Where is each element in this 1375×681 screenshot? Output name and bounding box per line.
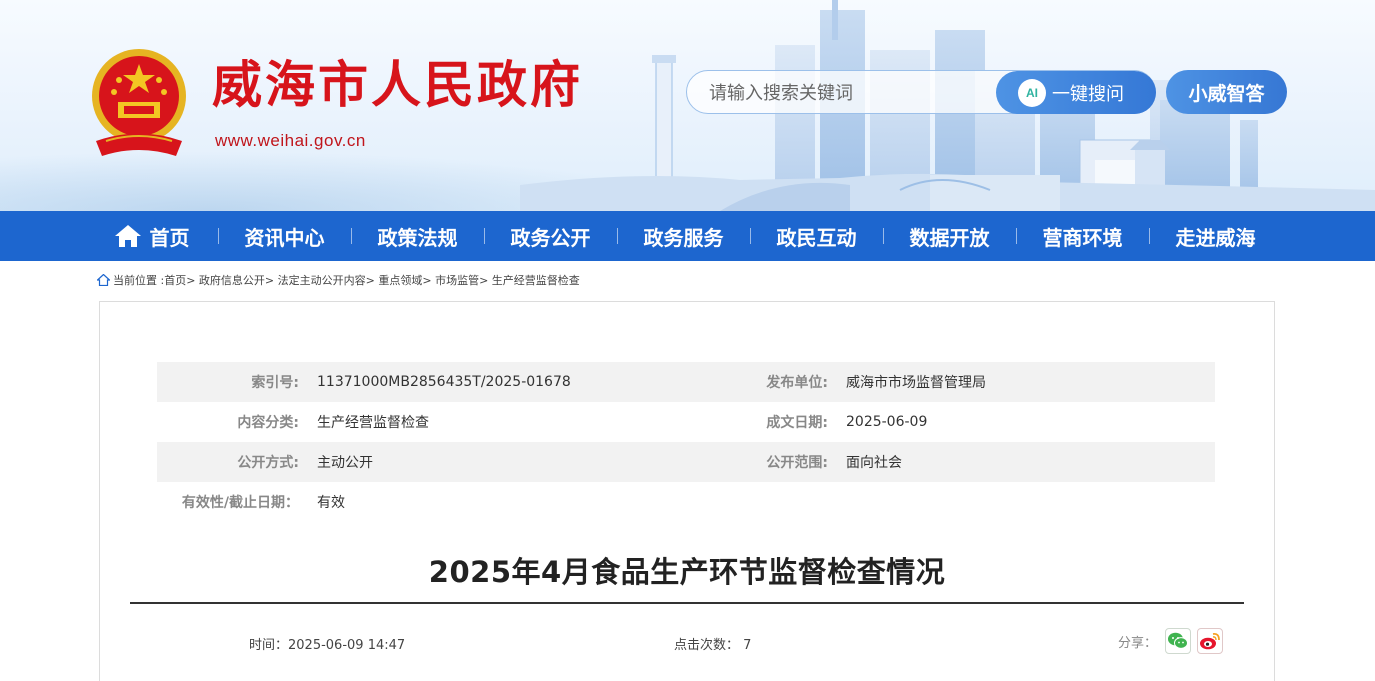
meta-value: 威海市市场监督管理局 bbox=[846, 375, 986, 391]
meta-label: 索引号: bbox=[251, 375, 299, 391]
meta-value: 2025-06-09 bbox=[846, 414, 928, 430]
meta-label: 有效性/截止日期： bbox=[181, 495, 299, 511]
breadcrumb-link[interactable]: 首页 bbox=[164, 272, 186, 288]
site-name[interactable]: 威海市人民政府 bbox=[212, 60, 583, 110]
nav-item-about[interactable]: 走进威海 bbox=[1149, 211, 1282, 261]
nav-item-label: 政民互动 bbox=[776, 225, 857, 250]
breadcrumb-separator: > bbox=[186, 273, 196, 287]
meta-value: 有效 bbox=[317, 495, 345, 511]
breadcrumb-separator: > bbox=[479, 273, 489, 287]
publish-time-value: 2025-06-09 14:47 bbox=[288, 638, 406, 653]
nav-item-home[interactable]: 首页 bbox=[85, 211, 218, 261]
meta-row: 有效性/截止日期： 有效 bbox=[157, 482, 1215, 522]
share-label: 分享： bbox=[1118, 635, 1158, 651]
meta-label: 发布单位: bbox=[766, 375, 828, 391]
click-count-label: 点击次数： bbox=[674, 638, 740, 653]
nav-item-label: 资讯中心 bbox=[244, 225, 325, 250]
site-url[interactable]: www.weihai.gov.cn bbox=[215, 131, 366, 151]
breadcrumb-separator: > bbox=[422, 273, 432, 287]
wechat-icon bbox=[1168, 632, 1189, 649]
nav-item-label: 政务服务 bbox=[643, 225, 724, 250]
nav-item-label: 政务公开 bbox=[510, 225, 591, 250]
nav-item-policy[interactable]: 政策法规 bbox=[351, 211, 484, 261]
meta-label: 内容分类: bbox=[237, 415, 299, 431]
main-nav: 首页 资讯中心 政策法规 政务公开 政务服务 政民互动 数据开放 营商环境 走进… bbox=[0, 211, 1375, 261]
nav-item-open-data[interactable]: 数据开放 bbox=[883, 211, 1016, 261]
national-emblem-logo bbox=[92, 49, 186, 156]
ai-search-label: 一键搜问 bbox=[1052, 83, 1124, 105]
breadcrumb-link[interactable]: 政府信息公开 bbox=[199, 272, 265, 288]
meta-row: 内容分类: 生产经营监督检查 成文日期: 2025-06-09 bbox=[157, 402, 1215, 442]
nav-item-interaction[interactable]: 政民互动 bbox=[750, 211, 883, 261]
breadcrumb-link[interactable]: 重点领域 bbox=[378, 272, 422, 288]
nav-item-label: 政策法规 bbox=[377, 225, 458, 250]
nav-item-gov-service[interactable]: 政务服务 bbox=[617, 211, 750, 261]
meta-label: 公开范围: bbox=[766, 455, 828, 471]
breadcrumb-link[interactable]: 生产经营监督检查 bbox=[492, 272, 580, 288]
breadcrumb-separator: > bbox=[264, 273, 275, 287]
nav-item-label: 走进威海 bbox=[1175, 225, 1256, 250]
breadcrumb: 当前位置 : 首页 > 政府信息公开 > 法定主动公开内容 > 重点领域 > 市… bbox=[97, 272, 580, 288]
click-count: 点击次数： 7 bbox=[674, 634, 751, 653]
meta-value: 主动公开 bbox=[317, 455, 373, 471]
meta-row: 索引号: 11371000MB2856435T/2025-01678 发布单位:… bbox=[157, 362, 1215, 402]
site-header: 威海市人民政府 www.weihai.gov.cn AI 一键搜问 小威智答 bbox=[0, 0, 1375, 211]
meta-label: 成文日期: bbox=[766, 415, 828, 431]
nav-item-news[interactable]: 资讯中心 bbox=[218, 211, 351, 261]
document-meta-table: 索引号: 11371000MB2856435T/2025-01678 发布单位:… bbox=[157, 362, 1215, 522]
home-icon bbox=[114, 225, 141, 247]
weibo-share-button[interactable] bbox=[1197, 628, 1224, 654]
ai-icon: AI bbox=[1018, 78, 1046, 107]
ai-search-button[interactable]: AI 一键搜问 bbox=[996, 71, 1156, 114]
wechat-share-button[interactable] bbox=[1165, 628, 1192, 654]
breadcrumb-prefix: 当前位置 : bbox=[113, 274, 165, 287]
click-count-value: 7 bbox=[743, 638, 752, 653]
article-title: 2025年4月食品生产环节监督检查情况 bbox=[428, 555, 946, 589]
meta-row: 公开方式: 主动公开 公开范围: 面向社会 bbox=[157, 442, 1215, 482]
weibo-icon bbox=[1200, 632, 1220, 650]
publish-time: 时间：2025-06-09 14:47 bbox=[249, 634, 405, 653]
breadcrumb-home-icon bbox=[97, 274, 110, 286]
share-bar: 分享： bbox=[1118, 628, 1224, 654]
title-divider bbox=[130, 602, 1244, 604]
search-input[interactable] bbox=[709, 80, 989, 106]
nav-item-business[interactable]: 营商环境 bbox=[1016, 211, 1149, 261]
assistant-button[interactable]: 小威智答 bbox=[1166, 70, 1287, 114]
nav-item-gov-open[interactable]: 政务公开 bbox=[484, 211, 617, 261]
meta-label: 公开方式: bbox=[237, 455, 299, 471]
breadcrumb-link[interactable]: 法定主动公开内容 bbox=[278, 272, 366, 288]
breadcrumb-link[interactable]: 市场监管 bbox=[435, 272, 479, 288]
nav-item-label: 数据开放 bbox=[909, 225, 990, 250]
nav-item-label: 营商环境 bbox=[1042, 225, 1123, 250]
publish-time-label: 时间： bbox=[249, 638, 289, 653]
breadcrumb-separator: > bbox=[365, 273, 375, 287]
meta-value: 11371000MB2856435T/2025-01678 bbox=[317, 374, 571, 390]
meta-value: 面向社会 bbox=[846, 455, 902, 471]
nav-item-label: 首页 bbox=[149, 225, 190, 250]
meta-value: 生产经营监督检查 bbox=[317, 415, 429, 431]
